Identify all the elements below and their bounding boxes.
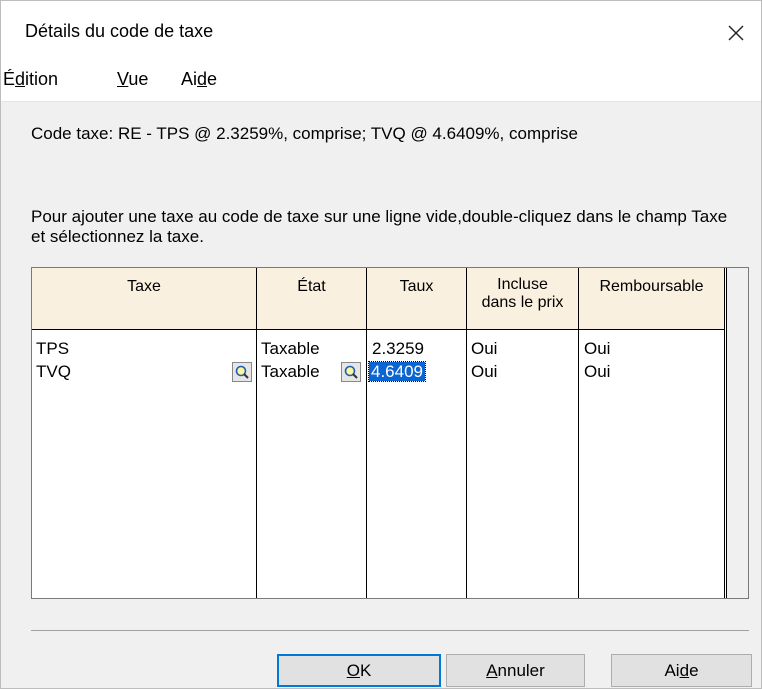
menu-edition-post: ition [25, 69, 59, 89]
ok-mnemonic: O [346, 660, 360, 680]
ok-button[interactable]: OK [277, 654, 441, 687]
row2-etat[interactable]: Taxable [261, 362, 320, 382]
header-remboursable[interactable]: Remboursable [579, 268, 725, 330]
menu-bar: Édition Vue Aide [1, 61, 761, 102]
row2-taxe[interactable]: TVQ [36, 362, 71, 382]
row2-taux-value: 4.6409 [368, 361, 426, 382]
instruction-text: Pour ajouter une taxe au code de taxe su… [31, 207, 728, 246]
menu-vue-post: ue [128, 69, 149, 89]
header-taux[interactable]: Taux [367, 268, 467, 330]
close-icon [728, 25, 744, 41]
dialog-window: Détails du code de taxe Édition Vue Aide… [0, 0, 762, 689]
row2-incluse[interactable]: Oui [471, 362, 497, 382]
title-bar: Détails du code de taxe [1, 1, 761, 61]
window-title: Détails du code de taxe [25, 21, 214, 41]
row1-taux[interactable]: 2.3259 [372, 339, 424, 359]
magnifier-icon [235, 365, 249, 379]
header-incluse-line2: dans le prix [481, 294, 564, 311]
header-etat[interactable]: État [257, 268, 367, 330]
aide-label-pre: Ai [664, 660, 680, 680]
menu-edition[interactable]: Édition [3, 69, 58, 90]
header-incluse[interactable]: Incluse dans le prix [467, 268, 579, 330]
row1-taxe[interactable]: TPS [36, 339, 69, 359]
dialog-content: Code taxe: RE - TPS @ 2.3259%, comprise;… [1, 102, 761, 688]
aide-button[interactable]: Ai d e [611, 654, 752, 687]
row2-taux-input[interactable]: 4.6409 [368, 361, 426, 382]
header-incluse-line1: Incluse [497, 276, 548, 293]
etat-lookup-button[interactable] [341, 362, 361, 382]
tax-grid: Taxe État Taux Incluse dans le prix Remb… [31, 267, 749, 599]
header-taxe[interactable]: Taxe [32, 268, 257, 330]
menu-vue-mnemonic: V [117, 69, 129, 89]
menu-edition-pre: É [3, 69, 16, 89]
annuler-mnemonic: A [486, 660, 498, 680]
aide-mnemonic: d [679, 660, 690, 680]
ok-label-rest: K [359, 660, 372, 680]
menu-vue[interactable]: Vue [117, 69, 148, 90]
menu-aide-mnemonic: d [197, 69, 208, 89]
menu-aide-post: e [207, 69, 218, 89]
row1-incluse[interactable]: Oui [471, 339, 497, 359]
annuler-button[interactable]: Annuler [446, 654, 585, 687]
menu-aide[interactable]: Aide [181, 69, 217, 90]
grid-scrollbar[interactable] [726, 268, 748, 598]
aide-label-rest: e [689, 660, 699, 680]
close-button[interactable] [711, 11, 761, 55]
taxe-lookup-button[interactable] [232, 362, 252, 382]
row1-remboursable[interactable]: Oui [584, 339, 610, 359]
tax-code-summary: Code taxe: RE - TPS @ 2.3259%, comprise;… [31, 124, 578, 143]
magnifier-icon [344, 365, 358, 379]
row2-remboursable[interactable]: Oui [584, 362, 610, 382]
separator [31, 630, 749, 631]
menu-edition-mnemonic: d [15, 69, 26, 89]
menu-aide-pre: Ai [181, 69, 198, 89]
annuler-label-rest: nnuler [497, 660, 545, 680]
row1-etat[interactable]: Taxable [261, 339, 320, 359]
